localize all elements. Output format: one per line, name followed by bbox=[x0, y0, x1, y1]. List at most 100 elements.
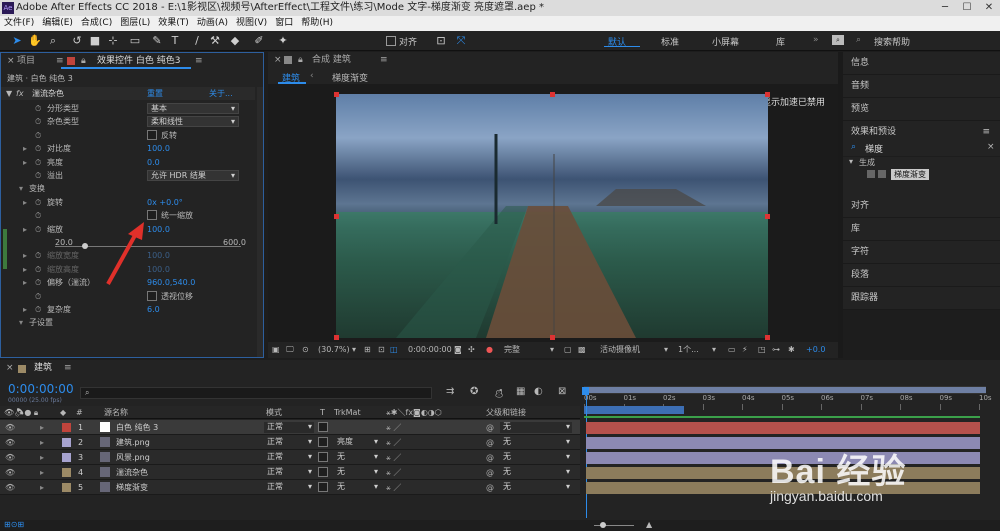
pixel-aspect-icon[interactable]: ▭ bbox=[728, 342, 736, 358]
fx-icon[interactable]: fx bbox=[16, 87, 24, 100]
exposure-value[interactable]: +0.0 bbox=[806, 342, 825, 358]
exposure-icon[interactable]: ✱ bbox=[788, 342, 795, 358]
snap-icon[interactable]: ⊡ bbox=[434, 33, 448, 48]
expand-arrow-icon[interactable]: ▸ bbox=[40, 420, 44, 435]
layer-name[interactable]: 风景.png bbox=[116, 450, 150, 465]
hand-tool-icon[interactable]: ✋ bbox=[28, 33, 42, 48]
stopwatch-icon[interactable]: ⏱ bbox=[35, 115, 41, 128]
layer-row[interactable]: 👁︎ ▸ 3 风景.png 正常 ▾ 无 ▾ ⚹ ／ @ 无 ▾ bbox=[0, 450, 580, 465]
transparency-grid-icon[interactable]: ▩ bbox=[578, 342, 586, 358]
panel-items2-3[interactable]: 段落 bbox=[843, 264, 1000, 287]
visibility-eye-icon[interactable]: 👁︎ bbox=[5, 450, 15, 465]
fast-preview-icon[interactable]: ⚡ bbox=[742, 342, 748, 358]
menu-item-2[interactable]: 合成(C) bbox=[77, 16, 116, 31]
trkmat-dropdown[interactable]: 无 ▾ bbox=[334, 482, 380, 493]
stopwatch-icon[interactable]: ⏱ bbox=[35, 223, 41, 236]
expand-arrow-icon[interactable]: ▸ bbox=[23, 276, 27, 289]
menu-item-5[interactable]: 动画(A) bbox=[193, 16, 232, 31]
parent-dropdown[interactable]: 无 ▾ bbox=[500, 482, 572, 493]
brush-tool-icon[interactable]: / bbox=[190, 33, 204, 48]
stopwatch-icon[interactable]: ⏱ bbox=[35, 129, 41, 142]
expand-arrow-icon[interactable]: ▾ bbox=[19, 182, 23, 195]
graph-editor-icon[interactable]: ⊠ bbox=[558, 386, 566, 397]
selection-tool-icon[interactable]: ➤ bbox=[10, 33, 24, 48]
shy-icon[interactable]: ⛄︎ bbox=[494, 386, 504, 401]
layer-row[interactable]: 👁︎ ▸ 4 湍流杂色 正常 ▾ 无 ▾ ⚹ ／ @ 无 ▾ bbox=[0, 465, 580, 480]
stopwatch-icon[interactable]: ⏱ bbox=[35, 276, 41, 289]
expand-arrow-icon[interactable]: ▸ bbox=[40, 480, 44, 495]
checkbox[interactable] bbox=[147, 129, 157, 140]
trkmat-dropdown[interactable]: 无 ▾ bbox=[334, 467, 380, 478]
pickwhip-icon[interactable]: @ bbox=[486, 420, 494, 435]
menu-item-3[interactable]: 图层(L) bbox=[116, 16, 154, 31]
effects-search-input[interactable]: 梯度 bbox=[865, 142, 883, 155]
menu-item-4[interactable]: 效果(T) bbox=[154, 16, 193, 31]
expand-arrow-icon[interactable]: ▸ bbox=[23, 223, 27, 236]
quality-dropdown[interactable]: 完整 bbox=[504, 342, 520, 358]
rotate-tool-icon[interactable]: ↺ bbox=[70, 33, 84, 48]
visibility-eye-icon[interactable]: 👁︎ bbox=[5, 420, 15, 435]
property-dropdown[interactable]: 基本 ▾ bbox=[147, 103, 239, 114]
layer-name[interactable]: 建筑.png bbox=[116, 435, 150, 450]
chevron-down-icon[interactable]: ▾ bbox=[664, 342, 668, 358]
expand-arrow-icon[interactable]: ▾ bbox=[19, 316, 23, 329]
pickwhip-icon[interactable]: @ bbox=[486, 450, 494, 465]
label-color-chip[interactable] bbox=[62, 423, 71, 432]
workspace-library[interactable]: 库 bbox=[776, 35, 785, 48]
switch-icons[interactable]: ⚹ ／ bbox=[386, 450, 401, 465]
zoom-slider[interactable] bbox=[600, 522, 606, 528]
parent-dropdown[interactable]: 无 ▾ bbox=[500, 422, 572, 433]
pan-behind-tool-icon[interactable]: ⊹ bbox=[106, 33, 120, 48]
panel-items2-2[interactable]: 字符 bbox=[843, 241, 1000, 264]
mode-dropdown[interactable]: 正常 ▾ bbox=[264, 467, 314, 478]
slider-handle[interactable] bbox=[82, 243, 88, 249]
zoom-in-icon[interactable]: ▲ bbox=[646, 520, 652, 529]
property-value[interactable]: 960.0,540.0 bbox=[147, 276, 195, 289]
mode-dropdown[interactable]: 正常 ▾ bbox=[264, 437, 314, 448]
mode-dropdown[interactable]: 正常 ▾ bbox=[264, 482, 314, 493]
mode-header[interactable]: 模式 bbox=[266, 406, 282, 419]
workspace-small-screen[interactable]: 小屏幕 bbox=[712, 35, 739, 48]
stopwatch-icon[interactable]: ⏱ bbox=[35, 142, 41, 155]
tab-project[interactable]: 项目 bbox=[17, 53, 35, 69]
expand-arrow-icon[interactable]: ▸ bbox=[23, 142, 27, 155]
switch-icons[interactable]: ⚹ ／ bbox=[386, 420, 401, 435]
mode-dropdown[interactable]: 正常 ▾ bbox=[264, 422, 314, 433]
timeline-search-input[interactable]: ⌕ bbox=[80, 387, 432, 399]
checkbox[interactable] bbox=[147, 210, 157, 221]
preserve-transparency-checkbox[interactable] bbox=[318, 482, 328, 492]
switch-icons[interactable]: ⚹ ／ bbox=[386, 435, 401, 450]
layer-row[interactable]: 👁︎ ▸ 2 建筑.png 正常 ▾ 亮度 ▾ ⚹ ／ @ 无 ▾ bbox=[0, 435, 580, 450]
panel-items2-1[interactable]: 库 bbox=[843, 218, 1000, 241]
chevron-down-icon[interactable]: ▾ bbox=[352, 342, 356, 358]
mask-tool-icon[interactable]: ▭ bbox=[128, 33, 142, 48]
current-time[interactable]: 0:00:00:00 bbox=[408, 342, 452, 358]
visibility-eye-icon[interactable]: 👁︎ bbox=[5, 435, 15, 450]
layer-row[interactable]: 👁︎ ▸ 1 白色 纯色 3 正常 ▾ ⚹ ／ @ 无 ▾ bbox=[0, 420, 580, 435]
property-value[interactable]: 0x +0.0° bbox=[147, 196, 183, 209]
panel-items2-0[interactable]: 对齐 bbox=[843, 195, 1000, 218]
reset-link[interactable]: 重置 bbox=[147, 87, 163, 100]
transparency-icon[interactable]: ◫ bbox=[390, 342, 398, 358]
visibility-eye-icon[interactable]: 👁︎ bbox=[5, 465, 15, 480]
snapshot-icon[interactable]: ◙ bbox=[454, 342, 462, 358]
switch-icons[interactable]: ⚹ ／ bbox=[386, 480, 401, 495]
workspace-standard[interactable]: 标准 bbox=[661, 35, 679, 48]
visibility-eye-icon[interactable]: 👁︎ bbox=[5, 480, 15, 495]
trkmat-dropdown[interactable]: 亮度 ▾ bbox=[334, 437, 380, 448]
expand-arrow-icon[interactable]: ▸ bbox=[23, 303, 27, 316]
lock-icon[interactable]: 🔒︎ bbox=[298, 52, 303, 68]
trkmat-dropdown[interactable]: 无 ▾ bbox=[334, 452, 380, 463]
expand-arrow-icon[interactable]: ▸ bbox=[40, 435, 44, 450]
property-value[interactable]: 100.0 bbox=[147, 142, 170, 155]
grid-icon[interactable]: ⊞ bbox=[364, 342, 371, 358]
trkmat-header[interactable]: TrkMat bbox=[334, 406, 361, 419]
menu-item-1[interactable]: 编辑(E) bbox=[38, 16, 77, 31]
tab-menu-icon[interactable]: ≡ bbox=[64, 360, 72, 376]
timeline-icon[interactable]: ◳ bbox=[758, 342, 766, 358]
zoom-tool-icon[interactable]: ⌕ bbox=[46, 33, 60, 48]
comp-viewer-image[interactable] bbox=[336, 94, 768, 338]
stopwatch-icon[interactable]: ⏱ bbox=[35, 303, 41, 316]
scrollbar[interactable] bbox=[257, 87, 263, 357]
comp-mini-flowchart-icon[interactable]: ⇉ bbox=[446, 386, 454, 397]
